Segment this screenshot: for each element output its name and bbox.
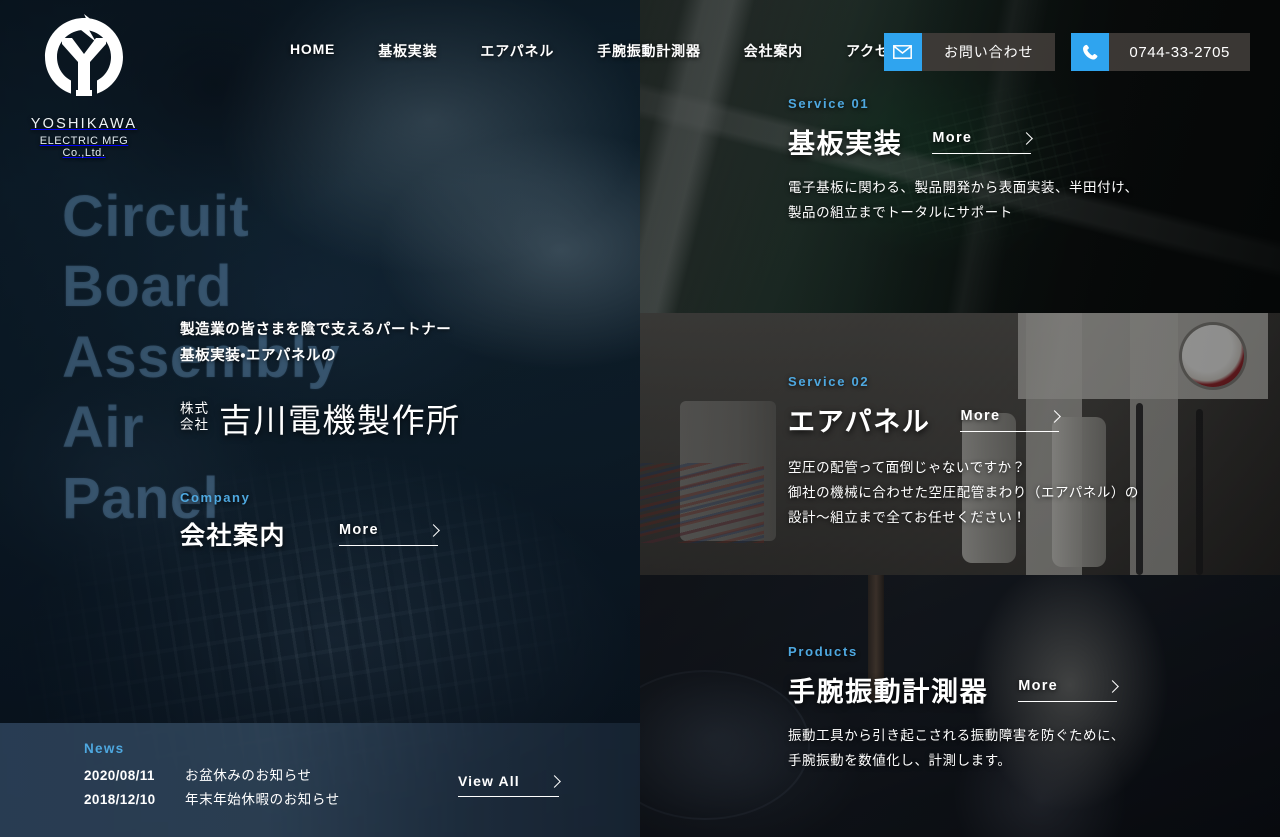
watermark-line-2: Board — [62, 254, 233, 320]
contact-buttons: お問い合わせ 0744-33-2705 — [883, 33, 1250, 71]
panel-3-content: Products 手腕振動計測器 More 振動工具から引き起こされる振動障害を… — [788, 644, 1125, 774]
hero-lead-line-1: 製造業の皆さまを陰で支えるパートナー — [180, 322, 452, 338]
logo-name: YOSHIKAWA — [30, 116, 138, 132]
contact-mail-button[interactable]: お問い合わせ — [883, 33, 1056, 71]
chevron-right-icon — [1106, 679, 1120, 693]
panel-1-more-button[interactable]: More — [932, 130, 1034, 154]
nav-item-company[interactable]: 会社案内 — [744, 41, 803, 61]
panel-1-more-wrap: More — [932, 129, 1034, 154]
panel-3-head-row: 手腕振動計測器 More — [788, 670, 1125, 709]
contact-phone-button[interactable]: 0744-33-2705 — [1071, 33, 1250, 71]
hero-more-label: More — [339, 522, 379, 539]
hero-company-main: 吉川電機製作所 — [219, 401, 461, 439]
news-text: お盆休みのお知らせ — [185, 768, 312, 783]
news-view-all-button[interactable]: View All — [458, 773, 561, 797]
hero-company-block: Company 会社案内 More — [180, 490, 620, 552]
contact-mail-label: お問い合わせ — [921, 33, 1056, 71]
panel-3-more-button[interactable]: More — [1018, 678, 1120, 702]
contact-phone-label: 0744-33-2705 — [1109, 33, 1250, 71]
news-inner: News 2020/08/11 お盆休みのお知らせ 2018/12/10 年末年… — [0, 723, 640, 808]
hero-company-name: 株式 会社 吉川電機製作所 — [180, 394, 620, 442]
logo-subtitle: ELECTRIC MFG Co.,Ltd. — [39, 135, 129, 159]
chevron-right-icon — [1048, 409, 1062, 423]
panel-1-description: 電子基板に関わる、製品開発から表面実装、半田付け、 製品の組立までトータルにサポ… — [788, 180, 1139, 220]
panel-products[interactable]: 1.1 Products 手腕振動計測器 More — [640, 575, 1280, 837]
panel-1-content: Service 01 基板実装 More 電子基板に関わる、製品開発から表面実装… — [788, 96, 1139, 226]
panel-2-head-row: エアパネル More — [788, 400, 1139, 439]
panel-1-head-row: 基板実装 More — [788, 122, 1139, 161]
hero-company-eyebrow: Company — [180, 489, 251, 505]
hero-lead-line-2: 基板実装・エアパネルの — [180, 347, 337, 364]
yoshikawa-logo-icon — [45, 14, 123, 96]
panel-service-02[interactable]: Service 02 エアパネル More 空圧の配管って面倒じゃないですか？ … — [640, 313, 1280, 575]
news-view-all-label: View All — [458, 773, 520, 789]
panel-2-description: 空圧の配管って面倒じゃないですか？ 御社の機械に合わせた空圧配管まわり（エアパネ… — [788, 460, 1139, 525]
panel-3-more-label: More — [1018, 678, 1059, 694]
panel-1-title: 基板実装 — [788, 129, 903, 159]
nav-links: HOME 基板実装 エアパネル 手腕振動計測器 会社案内 アクセス — [290, 41, 904, 61]
hero-company-row: 会社案内 More — [180, 516, 620, 552]
hero-copy: 製造業の皆さまを陰で支えるパートナー 基板実装・エアパネルの 株式 会社 吉川電… — [180, 318, 620, 552]
chevron-right-icon — [1020, 131, 1034, 145]
panel-1-eyebrow: Service 01 — [788, 96, 870, 111]
chevron-right-icon — [427, 523, 440, 537]
phone-icon — [1071, 33, 1110, 71]
news-title: News — [84, 741, 125, 756]
nav-item-home[interactable]: HOME — [290, 41, 335, 61]
news-bar: News 2020/08/11 お盆休みのお知らせ 2018/12/10 年末年… — [0, 723, 640, 837]
panel-2-more-button[interactable]: More — [960, 408, 1062, 432]
panel-3-more-wrap: More — [1018, 677, 1120, 702]
panel-2-title: エアパネル — [788, 407, 931, 437]
hero-more-wrap: More — [339, 521, 440, 547]
panel-3-description: 振動工具から引き起こされる振動障害を防ぐために、 手腕振動を数値化し、計測します… — [788, 728, 1125, 768]
watermark-line-1: Circuit — [62, 184, 250, 249]
news-date: 2018/12/10 — [84, 792, 156, 807]
site-logo[interactable]: YOSHIKAWA ELECTRIC MFG Co.,Ltd. — [24, 12, 144, 159]
nav-item-kiban-jisou[interactable]: 基板実装 — [378, 41, 437, 61]
panel-2-eyebrow: Service 02 — [788, 374, 870, 389]
panel-3-eyebrow: Products — [788, 644, 858, 659]
hero-company-title: 会社案内 — [180, 521, 287, 550]
nav-item-vibration-meter[interactable]: 手腕振動計測器 — [597, 41, 701, 61]
envelope-icon — [883, 33, 922, 71]
panel-2-more-wrap: More — [960, 407, 1062, 432]
homepage-root: Circuit Board Assembly Air Panel 製造業の皆さま… — [0, 0, 1280, 837]
panel-2-more-label: More — [960, 408, 1001, 424]
panel-3-title: 手腕振動計測器 — [788, 677, 989, 707]
hero-company-prefix: 株式 会社 — [180, 400, 209, 432]
news-date: 2020/08/11 — [84, 768, 155, 783]
panel-2-content: Service 02 エアパネル More 空圧の配管って面倒じゃないですか？ … — [788, 374, 1139, 531]
hero-lead: 製造業の皆さまを陰で支えるパートナー 基板実装・エアパネルの — [180, 318, 620, 370]
chevron-right-icon — [548, 774, 561, 788]
news-text: 年末年始休暇のお知らせ — [185, 792, 340, 807]
hero-more-button[interactable]: More — [339, 522, 440, 547]
panel-1-more-label: More — [932, 130, 973, 146]
nav-item-air-panel[interactable]: エアパネル — [480, 41, 554, 61]
panels-section: Service 01 基板実装 More 電子基板に関わる、製品開発から表面実装… — [640, 0, 1280, 837]
